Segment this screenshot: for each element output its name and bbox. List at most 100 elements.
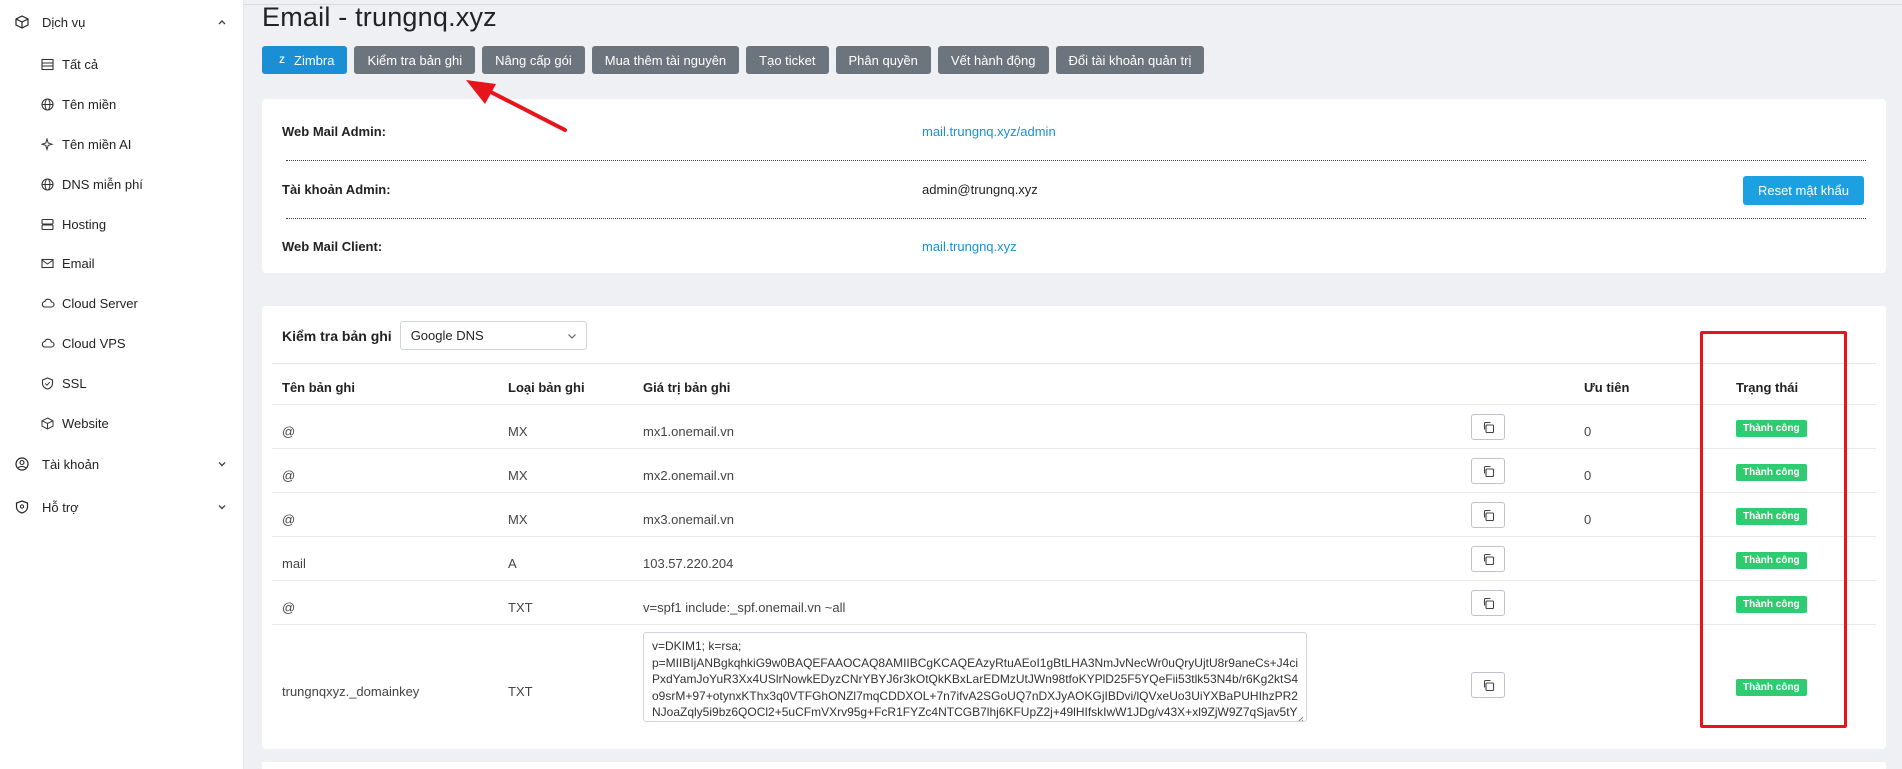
list-icon — [40, 57, 55, 72]
cloud-icon — [40, 296, 55, 311]
cube-icon — [40, 416, 55, 431]
sidebar-item-ssl[interactable]: SSL — [40, 376, 87, 391]
column-header-value: Giá trị bản ghi — [643, 380, 731, 395]
copy-button[interactable] — [1471, 590, 1505, 616]
next-card-edge — [262, 762, 1886, 769]
dotted-divider — [286, 160, 1866, 161]
sidebar-item-email[interactable]: Email — [40, 256, 95, 271]
tab-zimbra[interactable]: Z Zimbra — [262, 46, 348, 74]
tab-change-admin-account[interactable]: Đổi tài khoản quản trị — [1055, 46, 1205, 74]
tab-action-log[interactable]: Vết hành động — [937, 46, 1049, 74]
webmail-admin-row: Web Mail Admin: mail.trungnq.xyz/admin — [282, 124, 1866, 139]
chevron-down-icon — [216, 501, 228, 513]
box-icon — [14, 14, 30, 30]
sidebar-group-label: Dịch vụ — [42, 14, 86, 30]
sidebar-item-label: Hosting — [62, 217, 107, 232]
user-circle-icon — [14, 456, 30, 472]
record-value: mx2.onemail.vn — [643, 468, 735, 483]
globe-icon — [40, 177, 55, 192]
tab-check-records[interactable]: Kiểm tra bản ghi — [354, 46, 476, 74]
sidebar-item-domains[interactable]: Tên miền — [40, 97, 116, 112]
record-priority: 0 — [1584, 468, 1592, 483]
webmail-admin-label: Web Mail Admin: — [282, 124, 386, 139]
sidebar-item-label: Cloud Server — [62, 296, 138, 311]
tab-label: Đổi tài khoản quản trị — [1068, 52, 1192, 68]
record-name: @ — [282, 512, 296, 527]
page-title: Email - trungnq.xyz — [262, 2, 497, 32]
sidebar-item-ai-domains[interactable]: Tên miền AI — [40, 137, 131, 152]
column-header-priority: Ưu tiên — [1584, 380, 1630, 395]
dkim-line-1: v=DKIM1; k=rsa; — [652, 639, 742, 653]
record-type: MX — [508, 424, 528, 439]
record-name: @ — [282, 468, 296, 483]
tab-upgrade-plan[interactable]: Nâng cấp gói — [482, 46, 585, 74]
copy-button[interactable] — [1471, 546, 1505, 572]
sidebar-item-label: SSL — [62, 376, 87, 391]
copy-button[interactable] — [1471, 458, 1505, 484]
dkim-line-2: p=MIIBIjANBgkqhkiG9w0BAQEFAAOCAQ8AMIIBCg… — [652, 655, 1299, 720]
webmail-client-row: Web Mail Client: mail.trungnq.xyz — [282, 239, 1866, 254]
sidebar-group-label: Hỗ trợ — [42, 499, 79, 515]
record-type: MX — [508, 468, 528, 483]
server-icon — [40, 217, 55, 232]
record-name: trungnqxyz._domainkey — [282, 684, 420, 699]
copy-icon — [1483, 597, 1494, 609]
record-type: TXT — [508, 684, 533, 699]
tab-label: Zimbra — [294, 52, 335, 68]
sidebar-group-account[interactable]: Tài khoản — [14, 456, 228, 472]
sidebar-item-cloud-server[interactable]: Cloud Server — [40, 296, 138, 311]
tab-buy-resources[interactable]: Mua thêm tài nguyên — [591, 46, 740, 74]
sidebar-item-label: Tên miền AI — [62, 137, 132, 152]
record-name: mail — [282, 556, 306, 571]
webmail-client-label: Web Mail Client: — [282, 239, 383, 254]
tab-label: Nâng cấp gói — [495, 52, 572, 68]
sidebar-item-all[interactable]: Tất cả — [40, 57, 98, 72]
webmail-admin-link[interactable]: mail.trungnq.xyz/admin — [922, 124, 1056, 139]
table-row-divider — [272, 404, 1876, 405]
annotation-highlight-box — [1700, 331, 1847, 728]
tab-label: Phân quyền — [848, 52, 918, 68]
resize-grip-icon[interactable] — [1296, 711, 1304, 721]
dns-server-select[interactable]: Google DNS — [399, 321, 587, 350]
tab-label: Mua thêm tài nguyên — [604, 52, 727, 68]
sidebar-group-services[interactable]: Dịch vụ — [14, 14, 228, 30]
copy-icon — [1483, 421, 1494, 433]
table-row-divider — [272, 536, 1876, 537]
mail-icon — [40, 256, 55, 271]
sidebar-item-label: Tên miền — [62, 97, 117, 112]
tab-permissions[interactable]: Phân quyền — [835, 46, 931, 74]
record-priority: 0 — [1584, 424, 1592, 439]
table-row-divider — [272, 492, 1876, 493]
sidebar-item-label: Tất cả — [62, 57, 99, 72]
webmail-info-card: Web Mail Admin: mail.trungnq.xyz/admin T… — [262, 99, 1886, 273]
tab-create-ticket[interactable]: Tạo ticket — [746, 46, 829, 74]
webmail-client-link[interactable]: mail.trungnq.xyz — [922, 239, 1017, 254]
sidebar-item-label: DNS miễn phí — [62, 177, 143, 192]
sidebar-item-hosting[interactable]: Hosting — [40, 217, 106, 232]
zimbra-icon: Z — [279, 55, 285, 65]
record-value: 103.57.220.204 — [643, 556, 734, 571]
reset-password-button[interactable]: Reset mật khẩu — [1742, 176, 1864, 205]
sidebar-item-label: Cloud VPS — [62, 336, 126, 351]
copy-icon — [1483, 509, 1494, 521]
sidebar-item-website[interactable]: Website — [40, 416, 109, 431]
chevron-down-icon — [566, 330, 578, 342]
copy-button[interactable] — [1471, 502, 1505, 528]
sidebar-group-support[interactable]: Hỗ trợ — [14, 499, 228, 515]
support-shield-icon — [14, 499, 30, 515]
action-tabs: Z Zimbra Kiểm tra bản ghi Nâng cấp gói M… — [262, 46, 1205, 74]
sidebar-item-free-dns[interactable]: DNS miễn phí — [40, 177, 143, 192]
sidebar: Dịch vụ Tất cả Tên miền Tên miền AI DNS … — [0, 0, 244, 769]
dns-records-card: Kiểm tra bản ghi Google DNS Tên bản ghi … — [262, 306, 1886, 749]
dkim-value-textarea[interactable]: v=DKIM1; k=rsa; p=MIIBIjANBgkqhkiG9w0BAQ… — [643, 632, 1307, 722]
admin-account-value: admin@trungnq.xyz — [922, 182, 1038, 197]
dotted-divider — [286, 218, 1866, 219]
copy-button[interactable] — [1471, 672, 1505, 698]
copy-icon — [1483, 553, 1494, 565]
copy-button[interactable] — [1471, 414, 1505, 440]
table-row-divider — [272, 624, 1876, 625]
copy-icon — [1483, 679, 1494, 691]
sidebar-item-cloud-vps[interactable]: Cloud VPS — [40, 336, 126, 351]
table-row-divider — [272, 448, 1876, 449]
table-row-divider — [272, 580, 1876, 581]
